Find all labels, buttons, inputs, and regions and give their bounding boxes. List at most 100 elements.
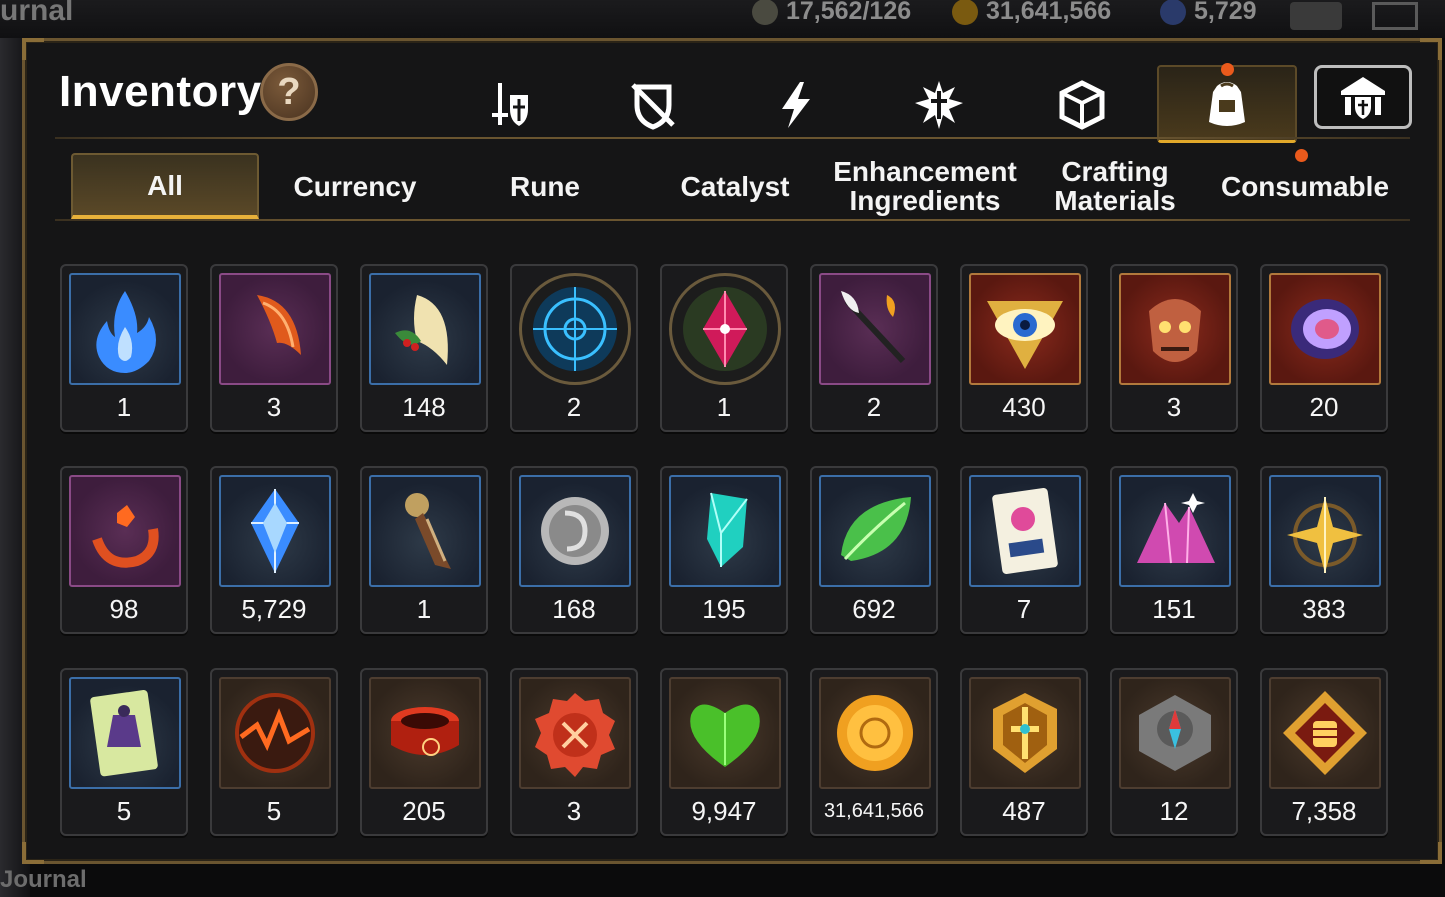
item-count: 692	[852, 594, 896, 624]
sub-tab-catalyst[interactable]: Catalyst	[641, 153, 829, 219]
sword-shield-icon	[492, 83, 528, 126]
inventory-slot[interactable]: 692	[810, 466, 938, 634]
teal-crystal-icon	[707, 492, 748, 567]
inventory-slot[interactable]: 12	[1110, 668, 1238, 836]
item-art	[369, 475, 481, 587]
inventory-slot[interactable]: 31,641,566	[810, 668, 938, 836]
item-count: 430	[1002, 392, 1046, 422]
inventory-slot[interactable]: 383	[1260, 466, 1388, 634]
item-art	[219, 475, 331, 587]
energy-stat: 17,562/126	[752, 0, 911, 26]
divider	[55, 219, 1410, 221]
inventory-slot[interactable]: 3	[510, 668, 638, 836]
inventory-slot[interactable]: 20	[1260, 264, 1388, 432]
tab-burst-sword[interactable]	[874, 67, 1004, 143]
inventory-slot[interactable]: 3	[1110, 264, 1238, 432]
inventory-slot[interactable]: 1	[60, 264, 188, 432]
tab-cube[interactable]	[1017, 67, 1147, 143]
item-count: 2	[566, 392, 582, 422]
item-art	[1119, 677, 1231, 789]
item-count: 148	[402, 392, 446, 422]
consumable-notify-dot	[1295, 149, 1308, 162]
divider	[55, 137, 1410, 139]
sub-tab-consumable[interactable]: Consumable	[1211, 153, 1399, 219]
pet-card-icon	[992, 488, 1058, 574]
item-count: 1	[716, 392, 732, 422]
item-art	[969, 273, 1081, 385]
item-count: 5	[116, 796, 132, 826]
gold-crest-icon	[993, 693, 1057, 773]
red-seal-icon	[535, 693, 615, 777]
inventory-slot[interactable]: 5	[210, 668, 338, 836]
item-art	[219, 273, 331, 385]
panel-corner	[22, 38, 44, 60]
tab-lightning[interactable]	[731, 67, 861, 143]
inventory-slot[interactable]: 5,729	[210, 466, 338, 634]
tab-guild-hall[interactable]	[1314, 65, 1412, 129]
item-art	[519, 677, 631, 789]
inventory-slot[interactable]: 9,947	[660, 668, 788, 836]
lantern-dagger-icon	[405, 493, 451, 569]
item-count: 1	[416, 594, 432, 624]
item-count: 3	[566, 796, 582, 826]
item-count: 20	[1309, 392, 1339, 422]
crimson-crystal-icon	[683, 287, 767, 371]
inventory-slot[interactable]: 2	[810, 264, 938, 432]
item-count: 12	[1159, 796, 1189, 826]
inventory-slot[interactable]: 7,358	[1260, 668, 1388, 836]
inventory-slot[interactable]: 7	[960, 466, 1088, 634]
inventory-slot[interactable]: 487	[960, 668, 1088, 836]
inventory-slot[interactable]: 1	[360, 466, 488, 634]
item-count: 151	[1152, 594, 1196, 624]
inventory-slot[interactable]: 430	[960, 264, 1088, 432]
mail-icon[interactable]	[1372, 2, 1418, 30]
tab-broken-shield[interactable]	[588, 67, 718, 143]
item-count: 168	[552, 594, 596, 624]
inventory-slot[interactable]: 1	[660, 264, 788, 432]
fire-orb-icon	[235, 693, 315, 773]
tab-sword-shield[interactable]	[445, 67, 575, 143]
footer-label: Journal	[0, 866, 87, 893]
inventory-slot[interactable]: 205	[360, 668, 488, 836]
sub-tab-currency[interactable]: Currency	[261, 153, 449, 219]
sub-tab-all[interactable]: All	[71, 153, 259, 219]
panel-corner	[1420, 38, 1442, 60]
shop-icon[interactable]	[1290, 2, 1342, 30]
item-count: 205	[402, 796, 446, 826]
inventory-slot[interactable]: 98	[60, 466, 188, 634]
sub-tab-rune[interactable]: Rune	[451, 153, 639, 219]
tab-backpack[interactable]	[1157, 65, 1297, 143]
costume-card-icon	[90, 690, 158, 777]
inventory-slot[interactable]: 151	[1110, 466, 1238, 634]
pink-ore-icon	[1137, 493, 1215, 564]
gold-coin-icon	[837, 695, 913, 771]
sub-tab-enhancement-ingredients[interactable]: Enhancement Ingredients	[831, 153, 1019, 219]
crystal-icon	[1160, 0, 1186, 25]
item-art	[219, 677, 331, 789]
item-art	[69, 677, 181, 789]
help-button[interactable]: ?	[260, 63, 318, 121]
burst-sword-icon	[915, 81, 963, 129]
item-art	[1269, 273, 1381, 385]
inventory-slot[interactable]: 148	[360, 264, 488, 432]
item-count: 7	[1016, 594, 1032, 624]
item-count: 9,947	[691, 796, 757, 826]
inventory-slot[interactable]: 5	[60, 668, 188, 836]
gold-stat: 31,641,566	[952, 0, 1111, 26]
blue-flame-icon	[96, 291, 156, 373]
item-art	[69, 273, 181, 385]
crystal-stat: 5,729	[1160, 0, 1257, 26]
inventory-slot[interactable]: 195	[660, 466, 788, 634]
item-count: 3	[266, 392, 282, 422]
item-art	[369, 273, 481, 385]
item-count: 98	[109, 594, 139, 624]
item-count: 3	[1166, 392, 1182, 422]
item-count: 7,358	[1291, 796, 1357, 826]
sub-tab-crafting-materials[interactable]: Crafting Materials	[1021, 153, 1209, 219]
inventory-slot[interactable]: 3	[210, 264, 338, 432]
hud-title: urnal	[0, 0, 74, 27]
purple-medallion-icon	[1291, 299, 1359, 359]
inventory-slot[interactable]: 168	[510, 466, 638, 634]
inventory-slot[interactable]: 2	[510, 264, 638, 432]
green-leaf-icon	[841, 497, 911, 561]
